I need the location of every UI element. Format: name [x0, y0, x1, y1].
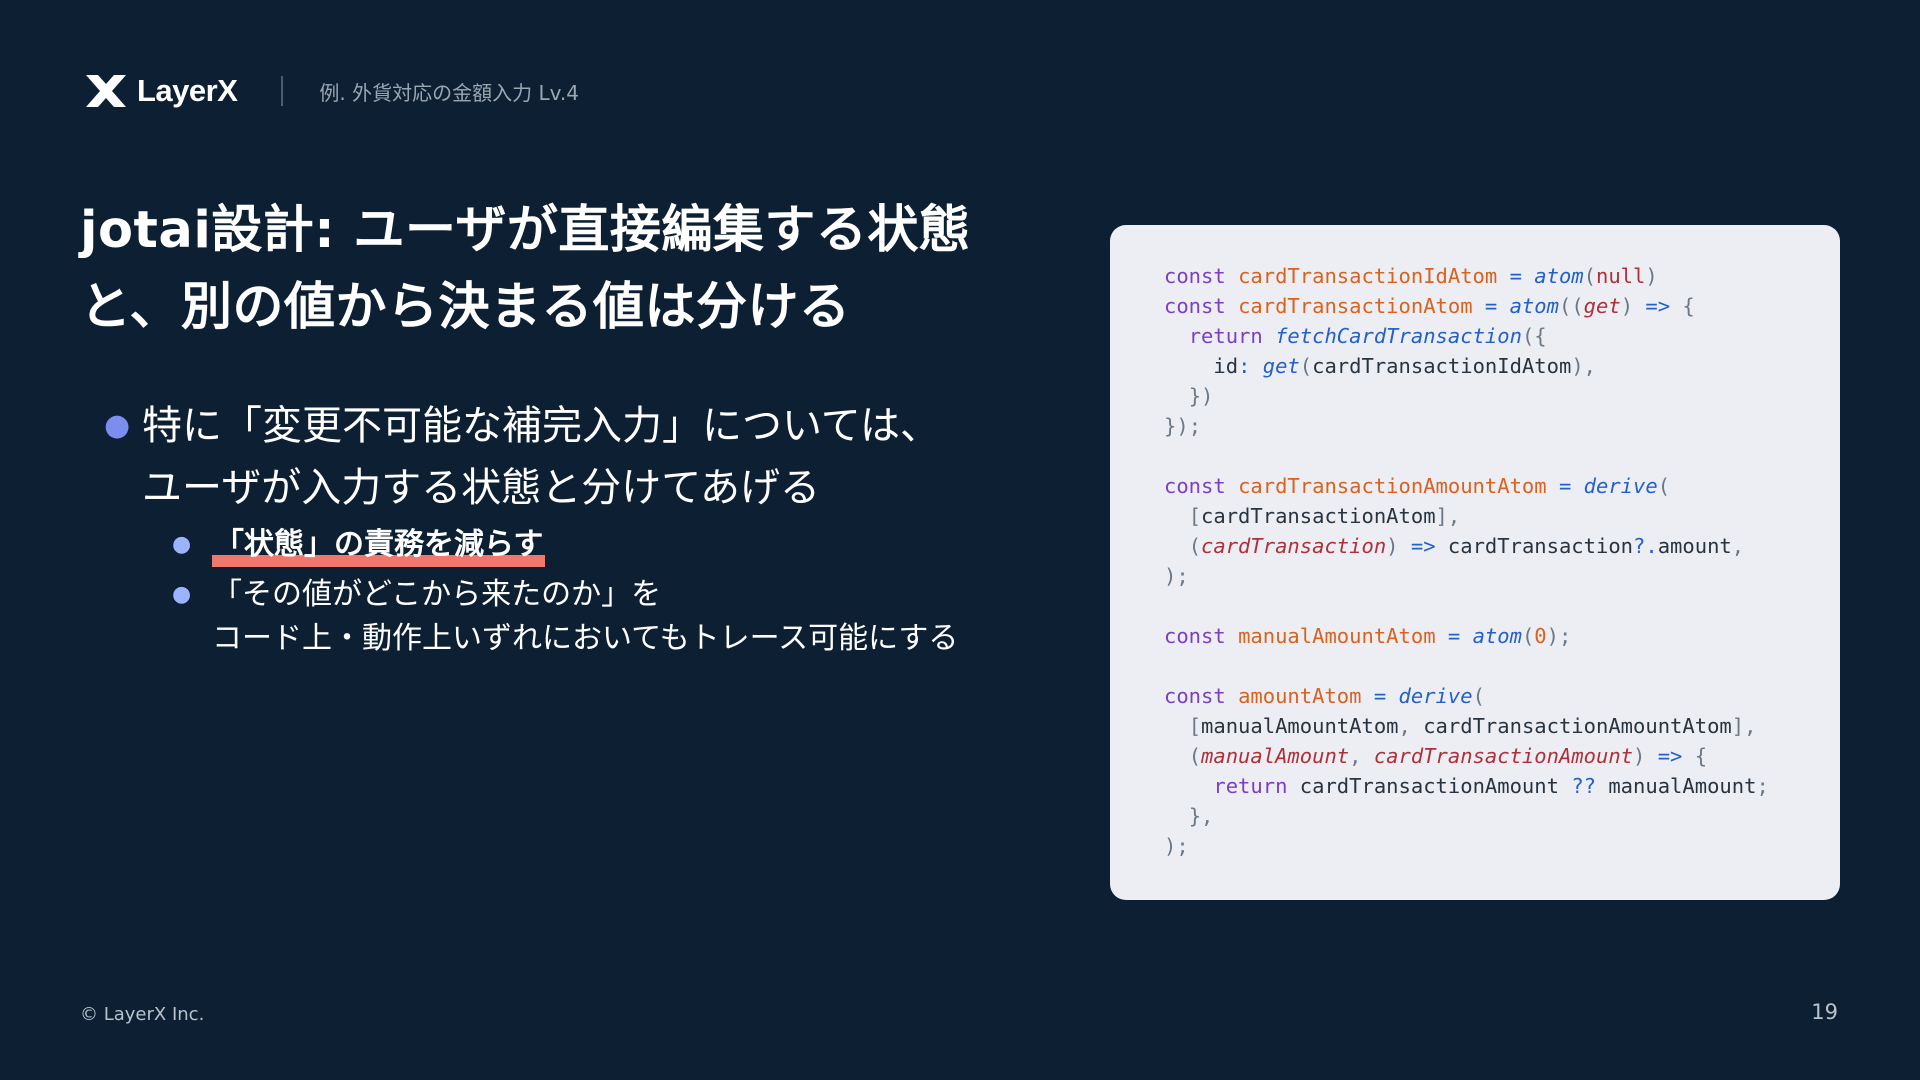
- logo-text: LayerX: [137, 73, 238, 108]
- section-breadcrumb: 例. 外貨対応の金額入力 Lv.4: [319, 80, 579, 105]
- layerx-logo-icon: [86, 75, 126, 107]
- slide-title-line2: と、別の値から決まる値は分ける: [80, 278, 851, 337]
- slide-title: jotai設計: ユーザが直接編集する状態 と、別の値から決まる値は分ける: [80, 192, 1020, 346]
- bullet-text-line2: ユーザが入力する状態と分けてあげる: [142, 465, 820, 511]
- code-line: const amountAtom = derive(: [1164, 684, 1485, 708]
- header-divider: [281, 76, 284, 106]
- code-line: return cardTransactionAmount ?? manualAm…: [1213, 774, 1769, 798]
- sub-bullet-item: ● 「状態」の責務を減らす: [172, 523, 1034, 567]
- highlighted-text: 「状態」の責務を減らす: [212, 523, 546, 567]
- bullet-dot-icon: ●: [104, 408, 131, 443]
- bullet-list: ● 特に「変更不可能な補完入力」については、 ユーザが入力する状態と分けてあげる…: [104, 395, 1034, 667]
- code-line: }): [1188, 384, 1214, 408]
- slide-title-line1: jotai設計: ユーザが直接編集する状態: [80, 201, 971, 260]
- page-number: 19: [1811, 1000, 1838, 1024]
- layerx-logo: LayerX: [84, 72, 238, 110]
- copyright: © LayerX Inc.: [80, 1004, 205, 1025]
- code-line: },: [1188, 804, 1214, 828]
- code-line: return fetchCardTransaction({: [1188, 324, 1547, 348]
- code-listing: const cardTransactionIdAtom = atom(null)…: [1164, 261, 1820, 861]
- code-line: );: [1164, 834, 1189, 858]
- code-line: id: get(cardTransactionIdAtom),: [1164, 354, 1596, 378]
- code-line: const manualAmountAtom = atom(0);: [1164, 624, 1572, 648]
- code-line: );: [1164, 564, 1189, 588]
- slide-header: LayerX 例. 外貨対応の金額入力 Lv.4: [84, 72, 579, 110]
- sub-bullet-item: ● 「その値がどこから来たのか」を コード上・動作上いずれにおいてもトレース可能…: [172, 573, 1034, 661]
- code-line: (manualAmount, cardTransactionAmount) =>…: [1188, 744, 1708, 768]
- sub-bullet-text-line2: コード上・動作上いずれにおいてもトレース可能にする: [212, 621, 959, 656]
- bullet-text-line1: 特に「変更不可能な補完入力」については、: [142, 403, 940, 449]
- code-line: const cardTransactionAmountAtom = derive…: [1164, 474, 1671, 498]
- code-line: [cardTransactionAtom],: [1188, 504, 1461, 528]
- sub-bullet-dot-icon: ●: [172, 532, 192, 557]
- code-line: });: [1164, 414, 1202, 438]
- bullet-item: ● 特に「変更不可能な補完入力」については、 ユーザが入力する状態と分けてあげる: [104, 395, 1034, 519]
- sub-bullet-dot-icon: ●: [172, 582, 192, 607]
- code-line: (cardTransaction) => cardTransaction?.am…: [1188, 534, 1745, 558]
- code-line: [manualAmountAtom, cardTransactionAmount…: [1188, 714, 1757, 738]
- sub-bullet-text: 「状態」の責務を減らす: [212, 523, 546, 567]
- code-line: const cardTransactionIdAtom = atom(null): [1164, 264, 1658, 288]
- sub-bullet-text: 「その値がどこから来たのか」を コード上・動作上いずれにおいてもトレース可能にす…: [212, 573, 958, 661]
- sub-bullet-text-line1: 「その値がどこから来たのか」を: [212, 577, 662, 612]
- code-block: const cardTransactionIdAtom = atom(null)…: [1110, 225, 1840, 900]
- code-line: const cardTransactionAtom = atom((get) =…: [1164, 294, 1695, 318]
- sub-bullet-list: ● 「状態」の責務を減らす ● 「その値がどこから来たのか」を コード上・動作上…: [172, 523, 1034, 661]
- bullet-text: 特に「変更不可能な補完入力」については、 ユーザが入力する状態と分けてあげる: [142, 395, 940, 519]
